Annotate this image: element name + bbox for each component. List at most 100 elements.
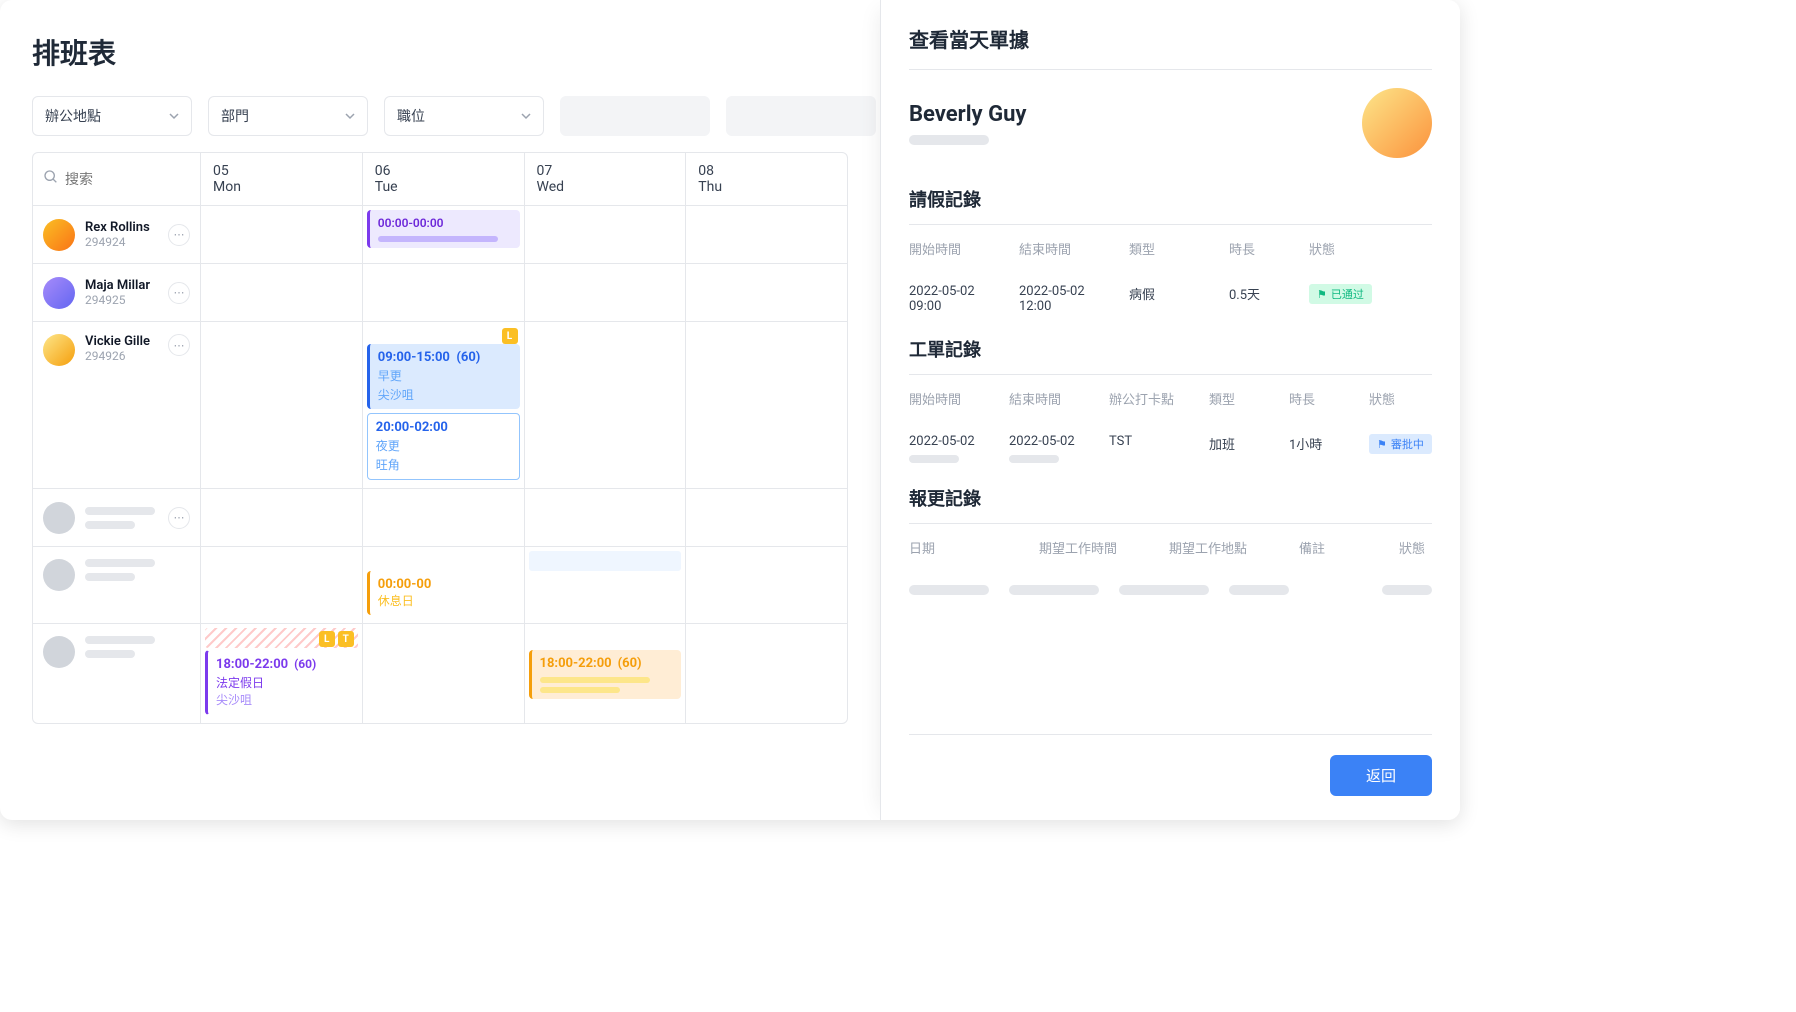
cell[interactable]	[201, 264, 363, 321]
col-end: 結束時間	[1009, 389, 1109, 408]
shift-location: 尖沙咀	[216, 691, 349, 708]
search-input[interactable]	[65, 171, 190, 187]
schedule-row: Rex Rollins 294924 ⋯ 00:00-00:00	[33, 206, 847, 264]
filter-position[interactable]: 職位	[384, 96, 544, 136]
shift-duration: (60)	[294, 657, 316, 671]
leave-heading: 請假記錄	[909, 186, 1432, 225]
cell[interactable]: 00:00-00 休息日	[363, 547, 525, 623]
cell[interactable]	[363, 624, 525, 723]
shift-block[interactable]: 00:00-00 休息日	[367, 571, 520, 615]
chevron-down-icon	[169, 111, 179, 121]
cell[interactable]	[363, 489, 525, 546]
profile-section: Beverly Guy	[909, 70, 1432, 176]
header-search-cell	[33, 153, 201, 205]
shift-block[interactable]: 00:00-00:00	[367, 210, 520, 248]
avatar	[43, 334, 75, 366]
shift-time: 09:00-15:00	[378, 350, 450, 365]
schedule-header: 05 Mon 06 Tue 07 Wed 08 Thu	[33, 153, 847, 206]
shift-row-skeleton	[909, 571, 1432, 609]
employee-cell-skeleton	[33, 624, 201, 723]
cell[interactable]	[201, 547, 363, 623]
more-button[interactable]: ⋯	[168, 334, 190, 356]
filter-bar: 辦公地點 部門 職位	[32, 96, 848, 136]
filter-location[interactable]: 辦公地點	[32, 96, 192, 136]
cell[interactable]: L 09:00-15:00 (60) 早更 尖沙咀 20:00-02:00 夜更…	[363, 322, 525, 488]
employee-id: 294926	[85, 349, 158, 363]
shift-duration: (60)	[456, 350, 480, 365]
cell[interactable]	[525, 489, 687, 546]
shift-heading: 報更記錄	[909, 485, 1432, 524]
cell[interactable]	[686, 206, 847, 263]
cell[interactable]	[525, 206, 687, 263]
avatar-skeleton	[43, 636, 75, 668]
badge-l: L	[502, 328, 518, 344]
employee-cell[interactable]: Vickie Gille 294926 ⋯	[33, 322, 201, 488]
schedule-row-skeleton: ⋯	[33, 489, 847, 547]
skeleton-line	[85, 507, 155, 515]
shift-block[interactable]: 18:00-22:00 (60)	[529, 650, 682, 699]
leave-table: 開始時間 結束時間 類型 時長 狀態 2022-05-0209:00 2022-…	[909, 225, 1432, 326]
cell[interactable]	[686, 489, 847, 546]
cell[interactable]	[201, 322, 363, 488]
col-type: 類型	[1129, 239, 1229, 258]
cell[interactable]	[363, 264, 525, 321]
block-placeholder	[529, 551, 682, 571]
panel-footer: 返回	[909, 734, 1432, 796]
cell[interactable]	[201, 206, 363, 263]
schedule-grid: 05 Mon 06 Tue 07 Wed 08 Thu	[32, 152, 848, 724]
day-col-06: 06 Tue	[363, 153, 525, 205]
shift-time: 18:00-22:00	[540, 656, 612, 671]
leave-row[interactable]: 2022-05-0209:00 2022-05-0212:00 病假 0.5天 …	[909, 272, 1432, 326]
shift-sub: 法定假日	[216, 674, 349, 691]
skeleton-line	[85, 559, 155, 567]
more-button[interactable]: ⋯	[168, 507, 190, 529]
shift-block[interactable]: 18:00-22:00 (60) 法定假日 尖沙咀	[205, 650, 358, 715]
schedule-row-skeleton: L T 18:00-22:00 (60) 法定假日 尖沙咀	[33, 624, 847, 723]
badge-l: L	[319, 631, 335, 647]
shift-location: 尖沙咀	[378, 386, 512, 403]
employee-cell-skeleton: ⋯	[33, 489, 201, 546]
cell[interactable]: 00:00-00:00	[363, 206, 525, 263]
chevron-down-icon	[521, 111, 531, 121]
cell[interactable]: L T 18:00-22:00 (60) 法定假日 尖沙咀	[201, 624, 363, 723]
cell[interactable]	[201, 489, 363, 546]
cell[interactable]	[525, 547, 687, 623]
employee-id: 294924	[85, 235, 158, 249]
app-root: 排班表 辦公地點 部門 職位	[0, 0, 1460, 820]
col-start: 開始時間	[909, 239, 1019, 258]
back-button[interactable]: 返回	[1330, 755, 1432, 796]
chevron-down-icon	[345, 111, 355, 121]
cell[interactable]	[686, 547, 847, 623]
cell[interactable]	[686, 264, 847, 321]
cell[interactable]	[525, 322, 687, 488]
shift-time: 20:00-02:00	[376, 420, 511, 435]
cell[interactable]	[525, 264, 687, 321]
work-heading: 工單記錄	[909, 336, 1432, 375]
col-status: 狀態	[1369, 389, 1432, 408]
cell[interactable]	[686, 624, 847, 723]
col-date: 日期	[909, 538, 1039, 557]
main-panel: 排班表 辦公地點 部門 職位	[0, 0, 880, 820]
skeleton-line	[909, 455, 959, 463]
work-table: 開始時間 結束時間 辦公打卡點 類型 時長 狀態 2022-05-02 2022…	[909, 375, 1432, 475]
day-col-05: 05 Mon	[201, 153, 363, 205]
cell[interactable]: 18:00-22:00 (60)	[525, 624, 687, 723]
shift-time: 00:00-00:00	[378, 216, 444, 230]
employee-name: Vickie Gille	[85, 334, 158, 349]
more-button[interactable]: ⋯	[168, 224, 190, 246]
more-button[interactable]: ⋯	[168, 282, 190, 304]
shift-block[interactable]: 20:00-02:00 夜更 旺角	[367, 413, 520, 480]
skeleton-line	[378, 236, 498, 242]
cell[interactable]	[686, 322, 847, 488]
shift-block[interactable]: 09:00-15:00 (60) 早更 尖沙咀	[367, 344, 520, 409]
employee-cell[interactable]: Rex Rollins 294924 ⋯	[33, 206, 201, 263]
employee-cell[interactable]: Maja Millar 294925 ⋯	[33, 264, 201, 321]
col-start: 開始時間	[909, 389, 1009, 408]
filter-placeholder-2	[726, 96, 876, 136]
work-row[interactable]: 2022-05-02 2022-05-02 TST 加班 1小時 ⚑審批中	[909, 422, 1432, 475]
shift-location: 旺角	[376, 456, 511, 473]
filter-department[interactable]: 部門	[208, 96, 368, 136]
search-icon	[43, 169, 59, 189]
avatar-skeleton	[43, 502, 75, 534]
status-badge-approved: ⚑已通过	[1309, 284, 1372, 304]
